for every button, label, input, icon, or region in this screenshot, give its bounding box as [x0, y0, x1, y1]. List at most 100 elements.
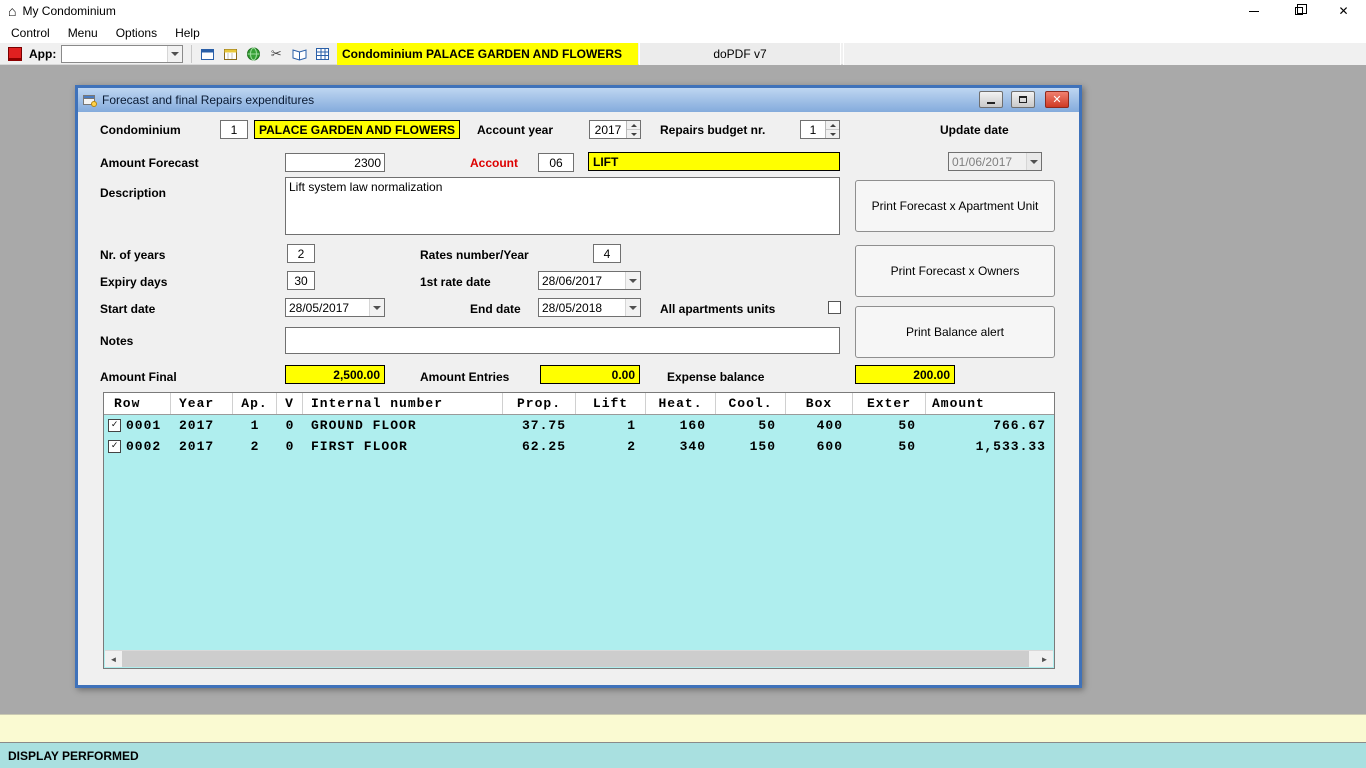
dopdf-panel: doPDF v7	[639, 43, 841, 65]
all-apartments-checkbox[interactable]	[828, 301, 841, 314]
start-date-label: Start date	[100, 302, 156, 316]
child-close-button[interactable]: ✕	[1045, 91, 1069, 108]
cell-v: 0	[285, 418, 295, 433]
check-icon: ✓	[111, 419, 118, 431]
close-icon: ✕	[1052, 94, 1062, 106]
cell-year: 2017	[179, 439, 215, 454]
condominium-number-input[interactable]	[220, 120, 248, 139]
rates-number-input[interactable]	[593, 244, 621, 263]
scrollbar-thumb[interactable]	[122, 651, 1029, 667]
col-header-row: Row	[104, 393, 171, 414]
app-combo-input[interactable]	[62, 45, 168, 62]
amount-forecast-input[interactable]	[285, 153, 385, 172]
account-year-input[interactable]	[590, 121, 626, 138]
first-rate-date-label: 1st rate date	[420, 275, 491, 289]
book-icon[interactable]	[288, 44, 310, 64]
print-balance-alert-button[interactable]: Print Balance alert	[855, 306, 1055, 358]
col-header-lift: Lift	[576, 393, 646, 414]
scroll-right-button[interactable]: ►	[1036, 651, 1053, 667]
caption-buttons: ✕	[1231, 0, 1366, 22]
grid-icon[interactable]	[311, 44, 333, 64]
description-label: Description	[100, 186, 167, 200]
minimize-button[interactable]	[1231, 0, 1276, 22]
start-date-combo[interactable]: 28/05/2017	[285, 298, 385, 317]
scroll-left-button[interactable]: ◄	[105, 651, 122, 667]
amount-forecast-label: Amount Forecast	[100, 156, 199, 170]
house-icon: ⌂	[8, 3, 17, 19]
account-code-input[interactable]	[538, 153, 574, 172]
condominium-label: Condominium	[100, 123, 181, 137]
account-name-field[interactable]: LIFT	[588, 152, 840, 171]
cell-exter: 50	[898, 439, 916, 454]
cell-cool: 50	[758, 418, 776, 433]
account-label: Account	[470, 156, 518, 170]
app-combobox[interactable]	[61, 44, 184, 63]
minimize-icon	[987, 102, 995, 104]
row-number: 0001	[126, 418, 162, 433]
spin-down-button[interactable]	[627, 129, 640, 138]
cell-row: ✓ 0001	[104, 415, 171, 436]
chevron-down-icon[interactable]	[369, 299, 384, 316]
cell-prop: 62.25	[521, 439, 566, 454]
menu-menu[interactable]: Menu	[59, 24, 107, 42]
all-apartments-label: All apartments units	[660, 302, 776, 316]
condominium-name-field[interactable]: PALACE GARDEN AND FLOWERS	[254, 120, 460, 139]
row-number: 0002	[126, 439, 162, 454]
amount-final-label: Amount Final	[100, 370, 177, 384]
cell-heat: 160	[679, 418, 706, 433]
col-header-year: Year	[171, 393, 233, 414]
end-date-combo[interactable]: 28/05/2018	[538, 298, 641, 317]
cell-lift: 1	[627, 418, 636, 433]
spin-down-button[interactable]	[826, 129, 839, 138]
app-red-icon	[8, 46, 22, 61]
table-row[interactable]: ✓ 0002 2017 2 0 FIRST FLOOR 62.25 2 340 …	[104, 436, 1054, 457]
app-label: App:	[29, 46, 57, 61]
spin-up-button[interactable]	[627, 121, 640, 129]
apartments-table: Row Year Ap. V Internal number Prop. Lif…	[103, 392, 1055, 669]
expense-balance-field: 200.00	[855, 365, 955, 384]
form-icon	[83, 95, 97, 107]
nr-of-years-input[interactable]	[287, 244, 315, 263]
spin-up-button[interactable]	[826, 121, 839, 129]
cell-lift: 2	[627, 439, 636, 454]
menubar: Control Menu Options Help	[0, 22, 1366, 43]
window-icon[interactable]	[196, 44, 218, 64]
check-icon: ✓	[111, 440, 118, 452]
menu-options[interactable]: Options	[107, 24, 166, 42]
close-button[interactable]: ✕	[1321, 0, 1366, 22]
row-checkbox[interactable]: ✓	[108, 440, 121, 453]
row-checkbox[interactable]: ✓	[108, 419, 121, 432]
notes-input[interactable]	[285, 327, 840, 354]
account-year-spinner[interactable]	[589, 120, 641, 139]
calendar-icon[interactable]	[219, 44, 241, 64]
print-forecast-owners-button[interactable]: Print Forecast x Owners	[855, 245, 1055, 297]
child-minimize-button[interactable]	[979, 91, 1003, 108]
cell-cool: 150	[749, 439, 776, 454]
amount-entries-label: Amount Entries	[420, 370, 510, 384]
table-row[interactable]: ✓ 0001 2017 1 0 GROUND FLOOR 37.75 1 160…	[104, 415, 1054, 436]
table-horizontal-scrollbar[interactable]: ◄ ►	[105, 650, 1053, 667]
cut-icon[interactable]: ✂	[265, 44, 287, 64]
globe-icon[interactable]	[242, 44, 264, 64]
first-rate-date-combo[interactable]: 28/06/2017	[538, 271, 641, 290]
description-textarea[interactable]: Lift system law normalization	[285, 177, 840, 235]
expiry-days-input[interactable]	[287, 271, 315, 290]
menu-control[interactable]: Control	[2, 24, 59, 42]
menu-help[interactable]: Help	[166, 24, 209, 42]
minimize-icon	[1248, 10, 1259, 12]
repairs-budget-spinner[interactable]	[800, 120, 840, 139]
chevron-down-icon[interactable]	[625, 299, 640, 316]
restore-button[interactable]	[1276, 0, 1321, 22]
repairs-budget-input[interactable]	[801, 121, 825, 138]
print-forecast-apartment-button[interactable]: Print Forecast x Apartment Unit	[855, 180, 1055, 232]
child-maximize-button[interactable]	[1011, 91, 1035, 108]
chevron-down-icon[interactable]	[167, 45, 183, 62]
chevron-down-icon[interactable]	[625, 272, 640, 289]
forecast-window-titlebar[interactable]: Forecast and final Repairs expenditures …	[78, 88, 1079, 112]
forecast-window-title: Forecast and final Repairs expenditures	[102, 93, 315, 107]
rates-number-label: Rates number/Year	[420, 248, 529, 262]
toolbar: App: ✂ Condominium PALACE GARDEN AND FLO…	[0, 43, 1366, 65]
forecast-window: Forecast and final Repairs expenditures …	[75, 85, 1082, 688]
cell-prop: 37.75	[521, 418, 566, 433]
main-titlebar: ⌂ My Condominium ✕	[0, 0, 1366, 22]
